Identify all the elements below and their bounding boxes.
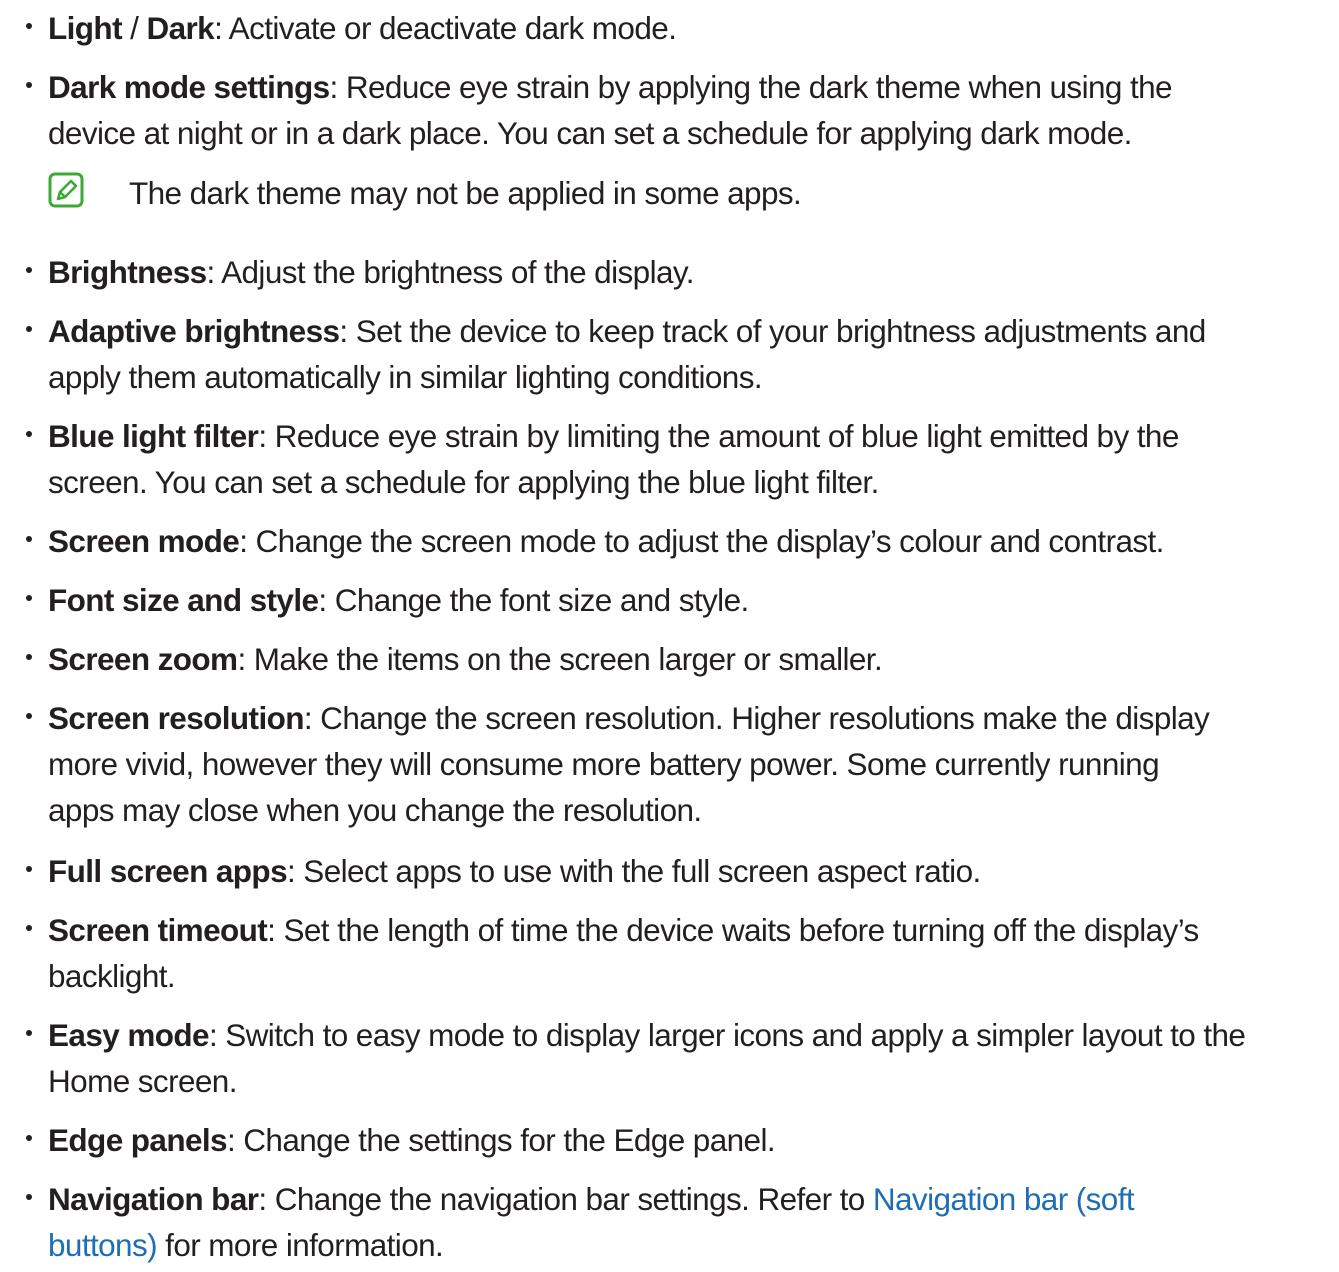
item-term: Navigation bar (48, 1181, 259, 1217)
item-text: Screen zoom: Make the items on the scree… (48, 636, 1333, 682)
item-term: Light (48, 10, 123, 46)
item-text: Full screen apps: Select apps to use wit… (48, 848, 1333, 894)
item-term: Font size and style (48, 582, 319, 618)
bullet (26, 1135, 32, 1141)
note: The dark theme may not be applied in som… (48, 170, 1248, 216)
item-text: Screen timeout: Set the length of time t… (48, 907, 1333, 999)
item-description: : Activate or deactivate dark mode. (214, 10, 677, 46)
bullet (26, 82, 32, 88)
bullet (26, 866, 32, 872)
item-description: : Select apps to use with the full scree… (287, 853, 981, 889)
item-text: Font size and style: Change the font siz… (48, 577, 1333, 623)
bullet (26, 1030, 32, 1036)
item-text: Screen mode: Change the screen mode to a… (48, 518, 1333, 564)
item-text: Navigation bar: Change the navigation ba… (48, 1176, 1333, 1268)
note-text: The dark theme may not be applied in som… (129, 175, 802, 211)
bullet (26, 925, 32, 931)
bullet (26, 326, 32, 332)
bullet (26, 267, 32, 273)
item-text: Screen resolution: Change the screen res… (48, 695, 1333, 833)
item-description: : Change the font size and style. (318, 582, 749, 618)
item-text: Brightness: Adjust the brightness of the… (48, 249, 1333, 295)
item-description: : Make the items on the screen larger or… (237, 641, 883, 677)
item-text: Edge panels: Change the settings for the… (48, 1117, 1333, 1163)
item-description: : Change the navigation bar settings. Re… (258, 1181, 873, 1217)
item-term: Screen zoom (48, 641, 238, 677)
item-term: Brightness (48, 254, 207, 290)
bullet (26, 654, 32, 660)
item-text: Easy mode: Switch to easy mode to displa… (48, 1012, 1333, 1104)
item-description: : Change the screen mode to adjust the d… (239, 523, 1164, 559)
item-text: Blue light filter: Reduce eye strain by … (48, 413, 1333, 505)
item-text: Adaptive brightness: Set the device to k… (48, 308, 1333, 400)
item-separator: / (121, 10, 147, 46)
item-term: Blue light filter (48, 418, 259, 454)
item-description: : Switch to easy mode to display larger … (48, 1017, 1246, 1099)
item-term: Dark (146, 10, 215, 46)
bullet (26, 595, 32, 601)
item-term: Dark mode settings (48, 69, 330, 105)
bullet (26, 431, 32, 437)
item-text: Dark mode settings: Reduce eye strain by… (48, 64, 1333, 156)
item-term: Screen timeout (48, 912, 268, 948)
item-description-after: for more information. (157, 1227, 444, 1263)
item-term: Screen resolution (48, 700, 304, 736)
item-description: : Adjust the brightness of the display. (206, 254, 695, 290)
item-term: Edge panels (48, 1122, 228, 1158)
item-term: Screen mode (48, 523, 240, 559)
bullet (26, 536, 32, 542)
bullet (26, 23, 32, 29)
item-term: Easy mode (48, 1017, 210, 1053)
note-pencil-icon (48, 172, 84, 208)
item-term: Full screen apps (48, 853, 288, 889)
bullet (26, 1194, 32, 1200)
item-term: Adaptive brightness (48, 313, 340, 349)
item-description: : Change the settings for the Edge panel… (226, 1122, 776, 1158)
item-text: Light / Dark: Activate or deactivate dar… (48, 5, 1333, 51)
bullet (26, 713, 32, 719)
